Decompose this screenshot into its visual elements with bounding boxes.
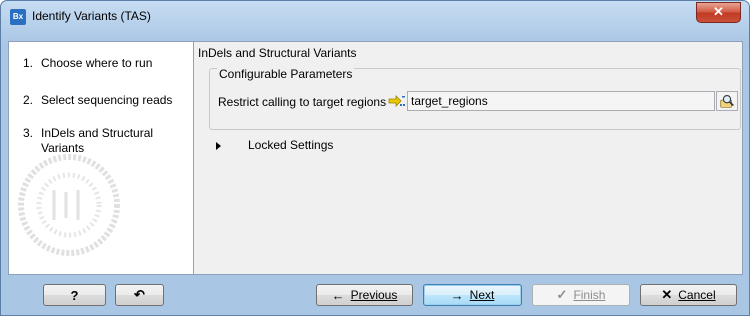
step-select-sequencing-reads: 2. Select sequencing reads [23,93,172,108]
dialog-body: 1. Choose where to run 2. Select sequencin… [8,41,743,275]
step-number: 3. [23,126,34,140]
check-icon: ✓ [556,287,568,302]
close-icon: ✕ [713,4,724,19]
help-button[interactable]: ? [43,284,106,306]
wizard-steps-panel: 1. Choose where to run 2. Select sequencin… [9,42,194,274]
cancel-label: Cancel [678,288,716,302]
next-label: Next [469,288,495,302]
previous-button[interactable]: ← Previous [316,284,413,306]
title-bar[interactable]: Bx Identify Variants (TAS) ✕ [1,1,749,31]
finish-button[interactable]: ✓ Finish [532,284,630,306]
watermark-logo [18,154,120,256]
step-label: Select sequencing reads [41,93,173,107]
target-regions-label: Restrict calling to target regions [218,95,387,109]
step-number: 1. [23,56,34,70]
next-button[interactable]: → Next [423,284,522,306]
group-label: Configurable Parameters [217,67,355,81]
arrow-left-icon: ← [331,287,345,303]
arrow-right-icon: → [450,287,464,303]
target-regions-input[interactable] [407,91,715,111]
window-title: Identify Variants (TAS) [32,9,151,23]
cancel-button[interactable]: ✕ Cancel [640,284,737,306]
app-icon: Bx [10,9,26,25]
cancel-x-icon: ✕ [661,287,673,302]
panel-title: InDels and Structural Variants [198,46,357,60]
dialog-window: Bx Identify Variants (TAS) ✕ 1. Choose wh… [0,0,750,316]
main-panel: InDels and Structural Variants Configura… [195,42,742,274]
finish-label: Finish [573,288,606,302]
step-number: 2. [23,93,34,107]
reset-icon: ↶ [134,287,145,302]
button-bar: ? ↶ ← Previous → Next ✓ Finish ✕ Cancel [1,275,749,316]
configurable-parameters-group: Configurable Parameters Restrict calling… [209,67,741,130]
help-icon: ? [70,287,79,303]
step-choose-where-to-run: 1. Choose where to run [23,56,152,71]
close-button[interactable]: ✕ [696,2,741,23]
browse-icon [720,95,734,108]
track-icon [388,95,405,107]
step-label: Choose where to run [41,56,153,70]
browse-button[interactable] [716,91,738,111]
expand-arrow-icon [216,142,221,150]
locked-settings-label: Locked Settings [248,138,334,152]
previous-label: Previous [350,288,398,302]
reset-button[interactable]: ↶ [115,284,164,306]
